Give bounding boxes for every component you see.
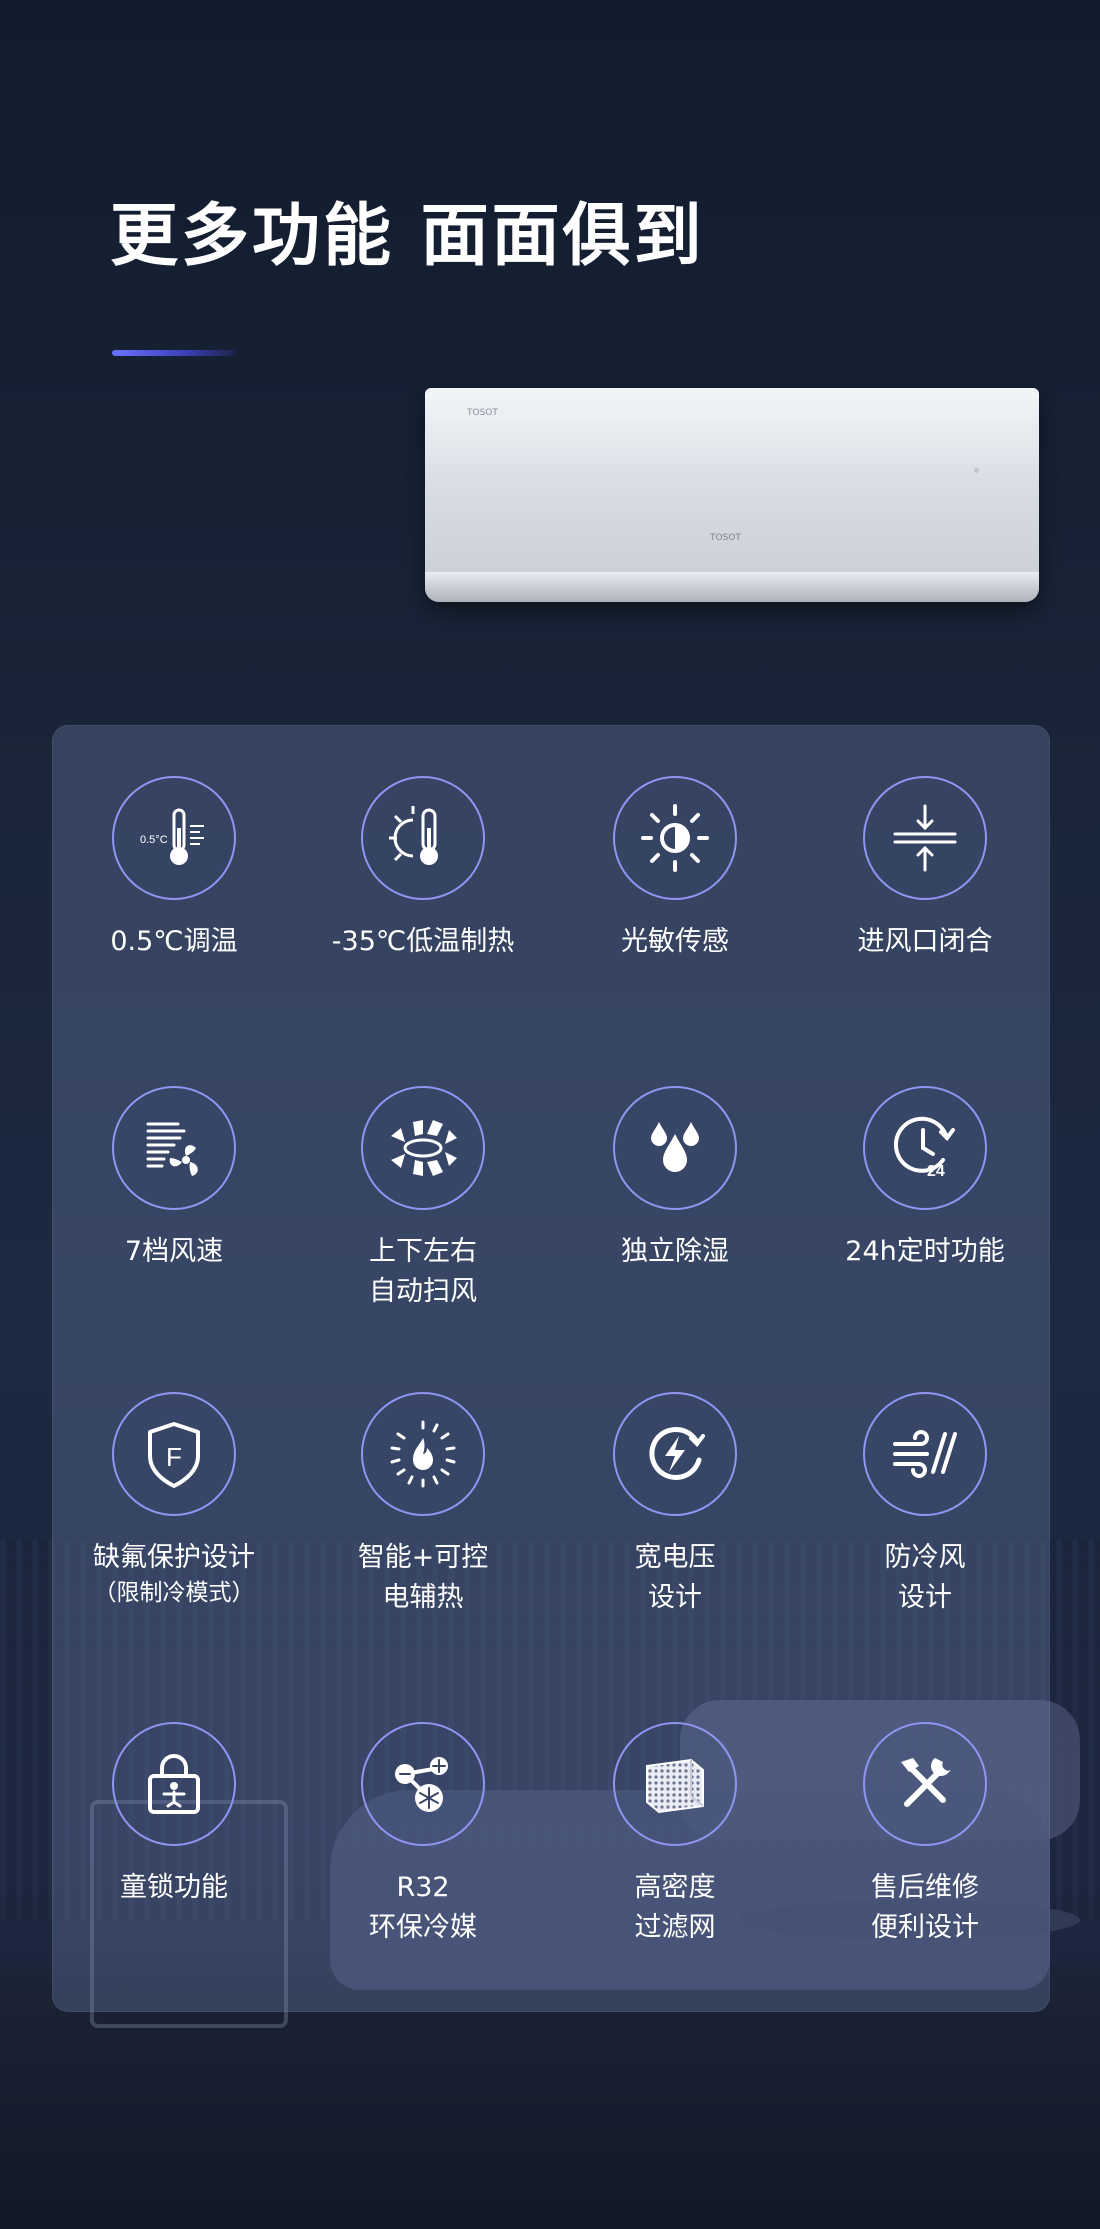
feature-item: 童锁功能: [49, 1722, 299, 1908]
child-lock-icon: [148, 1754, 200, 1814]
electric-heat-icon: [390, 1420, 456, 1488]
feature-item: -35℃低温制热: [298, 776, 548, 962]
feature-icon-circle: [863, 1722, 987, 1846]
thermometer-icon: 0.5°C: [140, 808, 204, 865]
feature-label: 缺氟保护设计 （限制冷模式）: [49, 1538, 299, 1608]
dehumidify-icon: [651, 1122, 699, 1172]
feature-label: 童锁功能: [120, 1872, 228, 1903]
feature-label: R32 环保冷媒: [369, 1872, 477, 1943]
low-temp-heating-icon: [389, 806, 438, 865]
feature-label: 宽电压 设计: [634, 1542, 716, 1613]
swing-icon: [391, 1120, 457, 1176]
feature-item: R32 环保冷媒: [298, 1722, 548, 1948]
feature-icon-circle: [863, 1392, 987, 1516]
feature-icon-circle: [613, 1086, 737, 1210]
feature-item: 独立除湿: [550, 1086, 800, 1272]
feature-label: 0.5℃调温: [110, 926, 238, 957]
feature-icon-circle: [112, 1086, 236, 1210]
maintenance-tools-icon: [901, 1758, 951, 1807]
r32-refrigerant-icon: [395, 1757, 448, 1812]
feature-item: 进风口闭合: [800, 776, 1050, 962]
feature-icon-circle: [863, 776, 987, 900]
feature-sublabel: （限制冷模式）: [93, 1580, 255, 1606]
wide-voltage-icon: [649, 1427, 705, 1480]
feature-icon-circle: 0.5°C: [112, 776, 236, 900]
feature-icon-circle: [613, 1392, 737, 1516]
feature-icon-circle: [613, 1722, 737, 1846]
feature-item: 宽电压 设计: [550, 1392, 800, 1618]
feature-label: 24h定时功能: [845, 1236, 1005, 1267]
air-conditioner-image: TOSOT TOSOT: [425, 388, 1039, 602]
feature-icon-circle: [361, 776, 485, 900]
fan-speed-icon: [146, 1122, 198, 1176]
feature-item: 高密度 过滤网: [550, 1722, 800, 1948]
feature-label: 进风口闭合: [857, 926, 993, 957]
feature-label: 智能+可控 电辅热: [357, 1542, 489, 1613]
feature-label: 高密度 过滤网: [634, 1872, 716, 1943]
feature-label: 上下左右 自动扫风: [369, 1236, 477, 1307]
svg-text:24: 24: [927, 1163, 945, 1180]
feature-item: 0.5°C 0.5℃调温: [49, 776, 299, 962]
ac-brand-center: TOSOT: [710, 533, 741, 543]
feature-item: 上下左右 自动扫风: [298, 1086, 548, 1312]
page-title: 更多功能 面面俱到: [110, 197, 705, 276]
light-sensor-icon: [641, 804, 709, 872]
title-underline: [112, 350, 236, 356]
feature-icon-circle: [361, 1722, 485, 1846]
feature-item: 防冷风 设计: [800, 1392, 1050, 1618]
air-inlet-close-icon: [893, 804, 957, 872]
anti-cold-wind-icon: [893, 1430, 957, 1478]
refrigerant-shield-icon: F: [148, 1422, 200, 1488]
feature-item: 7档风速: [49, 1086, 299, 1272]
ac-brand-logo: TOSOT: [467, 408, 498, 418]
feature-icon-circle: [112, 1722, 236, 1846]
feature-label: -35℃低温制热: [331, 926, 515, 957]
feature-item: 光敏传感: [550, 776, 800, 962]
feature-item: 售后维修 便利设计: [800, 1722, 1050, 1948]
ac-bottom-panel: [425, 572, 1039, 602]
timer-icon: 24: [893, 1116, 955, 1180]
svg-text:F: F: [166, 1442, 182, 1472]
feature-item: F 缺氟保护设计 （限制冷模式）: [49, 1392, 299, 1608]
feature-label: 7档风速: [124, 1236, 224, 1267]
feature-item: 24 24h定时功能: [800, 1086, 1050, 1272]
feature-icon-circle: [361, 1392, 485, 1516]
feature-item: 智能+可控 电辅热: [298, 1392, 548, 1618]
filter-icon: [646, 1758, 704, 1814]
feature-label: 独立除湿: [621, 1236, 729, 1267]
feature-label: 防冷风 设计: [884, 1542, 966, 1613]
svg-text:0.5°C: 0.5°C: [140, 834, 168, 846]
feature-label: 光敏传感: [621, 926, 729, 957]
feature-icon-circle: F: [112, 1392, 236, 1516]
feature-icon-circle: [613, 776, 737, 900]
feature-label: 售后维修 便利设计: [871, 1872, 979, 1943]
ac-sensor: [974, 468, 979, 473]
feature-icon-circle: [361, 1086, 485, 1210]
feature-icon-circle: 24: [863, 1086, 987, 1210]
